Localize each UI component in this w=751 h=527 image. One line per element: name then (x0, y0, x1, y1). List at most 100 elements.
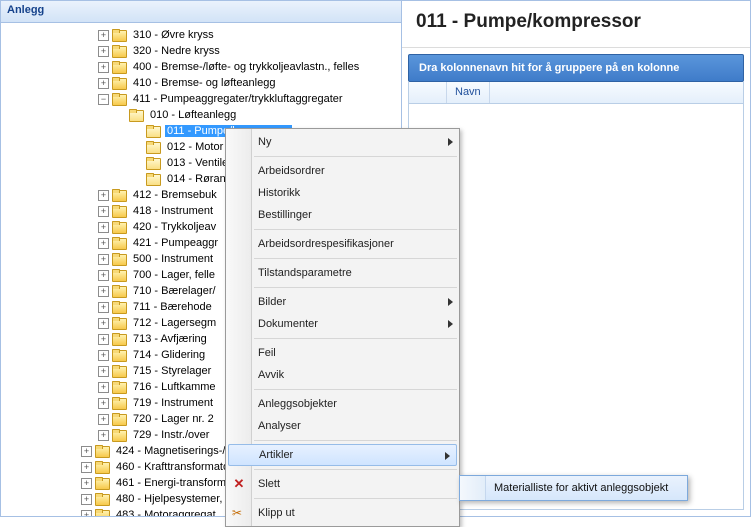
tree-row[interactable]: − 411 - Pumpeaggregater/trykkluftaggregat… (3, 91, 401, 107)
tree-item-label[interactable]: 713 - Avfjæring (131, 333, 209, 345)
expand-icon[interactable]: + (98, 430, 109, 441)
menu-item[interactable]: Bilder (226, 291, 459, 313)
menu-item[interactable]: ✕Slett (226, 473, 459, 495)
tree-item-label[interactable]: 700 - Lager, felle (131, 269, 217, 281)
tree-item-label[interactable]: 500 - Instrument (131, 253, 215, 265)
tree-row[interactable]: +310 - Øvre kryss (3, 27, 401, 43)
grid-col-name[interactable]: Navn (447, 82, 490, 103)
folder-icon (95, 477, 110, 489)
menu-item[interactable]: Feil (226, 342, 459, 364)
menu-separator (254, 469, 457, 470)
expand-icon[interactable]: + (98, 238, 109, 249)
tree-item-label[interactable]: 712 - Lagersegm (131, 317, 218, 329)
tree-item-label[interactable]: 711 - Bærehode (131, 301, 214, 313)
expand-icon[interactable]: + (98, 398, 109, 409)
menu-item-label: Historikk (258, 187, 300, 199)
expand-icon[interactable]: + (98, 350, 109, 361)
tree-row[interactable]: 010 - Løfteanlegg (3, 107, 401, 123)
tree-item-label[interactable]: 418 - Instrument (131, 205, 215, 217)
expand-icon[interactable]: + (81, 494, 92, 505)
submenu-item-materialliste[interactable]: Materialliste for aktivt anleggsobjekt (486, 482, 668, 494)
tree-row[interactable]: +400 - Bremse-/løfte- og trykkoljeavlast… (3, 59, 401, 75)
expand-icon[interactable]: + (98, 302, 109, 313)
context-menu[interactable]: Ny Arbeidsordrer Historikk Bestillinger Arbe… (225, 128, 460, 527)
expand-icon[interactable]: + (81, 510, 92, 517)
menu-item[interactable]: Klipp ut (226, 502, 459, 524)
menu-item[interactable]: Anleggsobjekter (226, 393, 459, 415)
menu-item[interactable]: Analyser (226, 415, 459, 437)
menu-item[interactable]: Ny (226, 131, 459, 153)
menu-item-label: Avvik (258, 369, 284, 381)
tree-item-label[interactable]: 013 - Ventiler (165, 157, 234, 169)
group-by-bar[interactable]: Dra kolonnenavn hit for å gruppere på en… (408, 54, 744, 82)
menu-item[interactable]: Tilstandsparametre (226, 262, 459, 284)
menu-item[interactable]: Avvik (226, 364, 459, 386)
tree-item-label[interactable]: 421 - Pumpeaggr (131, 237, 220, 249)
expand-icon[interactable]: + (98, 62, 109, 73)
expand-icon[interactable]: + (98, 190, 109, 201)
tree-item-label[interactable]: 461 - Energi-transformat (114, 477, 237, 489)
expand-icon[interactable]: + (98, 334, 109, 345)
folder-icon (112, 253, 127, 265)
expand-icon[interactable]: + (81, 478, 92, 489)
collapse-icon[interactable]: − (98, 94, 109, 105)
submenu-artikler[interactable]: Materialliste for aktivt anleggsobjekt (459, 475, 688, 501)
folder-icon (146, 141, 161, 153)
expand-icon[interactable]: + (81, 446, 92, 457)
tree-item-label[interactable]: 719 - Instrument (131, 397, 215, 409)
context-menu-items: Ny Arbeidsordrer Historikk Bestillinger Arbe… (226, 129, 459, 526)
tree-item-label[interactable]: 710 - Bærelager/ (131, 285, 218, 297)
grid-header: Navn (408, 82, 744, 104)
tree-item-label[interactable]: 411 - Pumpeaggregater/trykkluftaggregate… (131, 93, 345, 105)
tree-item-label[interactable]: 410 - Bremse- og løfteanlegg (131, 77, 277, 89)
grid-col-blank[interactable] (409, 82, 447, 103)
tree-item-label[interactable]: 460 - Krafttransformator (114, 461, 235, 473)
expand-icon[interactable]: + (81, 462, 92, 473)
expand-icon[interactable]: + (98, 286, 109, 297)
tree-item-label[interactable]: 716 - Luftkamme (131, 381, 218, 393)
tree-row[interactable]: +410 - Bremse- og løfteanlegg (3, 75, 401, 91)
tree-item-label[interactable]: 012 - Motor (165, 141, 225, 153)
tree-item-label[interactable]: 715 - Styrelager (131, 365, 213, 377)
expand-icon[interactable]: + (98, 254, 109, 265)
expand-icon[interactable]: + (98, 46, 109, 57)
tree-item-label[interactable]: 400 - Bremse-/løfte- og trykkoljeavlastn… (131, 61, 361, 73)
submenu-arrow-icon (448, 320, 453, 328)
tree-item-label[interactable]: 483 - Motoraggregat (114, 509, 218, 516)
menu-item[interactable]: Artikler (228, 444, 457, 466)
tree-item-label[interactable]: 714 - Glidering (131, 349, 207, 361)
expand-icon[interactable]: + (98, 78, 109, 89)
menu-item[interactable]: Dokumenter (226, 313, 459, 335)
submenu-gutter (460, 476, 486, 500)
menu-item[interactable]: Arbeidsordrespesifikasjoner (226, 233, 459, 255)
expand-icon[interactable]: + (98, 270, 109, 281)
expand-icon[interactable]: + (98, 366, 109, 377)
folder-icon (112, 205, 127, 217)
expand-icon[interactable]: + (98, 222, 109, 233)
expand-icon[interactable]: + (98, 30, 109, 41)
tree-item-label[interactable]: 729 - Instr./over (131, 429, 211, 441)
expand-icon[interactable]: + (98, 206, 109, 217)
tree-item-label[interactable]: 420 - Trykkoljeav (131, 221, 218, 233)
menu-item-label: Slett (258, 478, 280, 490)
expand-icon[interactable]: + (98, 382, 109, 393)
menu-item[interactable]: Arbeidsordrer (226, 160, 459, 182)
folder-icon (112, 285, 127, 297)
tree-item-label[interactable]: 320 - Nedre kryss (131, 45, 222, 57)
menu-item-label: Arbeidsordrespesifikasjoner (258, 238, 394, 250)
expand-icon[interactable]: + (98, 318, 109, 329)
folder-icon (112, 397, 127, 409)
tree-item-label[interactable]: 412 - Bremsebuk (131, 189, 219, 201)
menu-separator (254, 229, 457, 230)
expand-icon[interactable]: + (98, 414, 109, 425)
menu-item-label: Feil (258, 347, 276, 359)
folder-icon (112, 333, 127, 345)
tree-item-label[interactable]: 010 - Løfteanlegg (148, 109, 238, 121)
tree-row[interactable]: +320 - Nedre kryss (3, 43, 401, 59)
menu-item[interactable]: Historikk (226, 182, 459, 204)
tree-item-label[interactable]: 480 - Hjelpesystemer, ge (114, 493, 240, 505)
tree-item-label[interactable]: 310 - Øvre kryss (131, 29, 216, 41)
tree-item-label[interactable]: 720 - Lager nr. 2 (131, 413, 216, 425)
menu-item[interactable]: Bestillinger (226, 204, 459, 226)
tree-item-label[interactable]: 424 - Magnetiserings-/av (114, 445, 239, 457)
